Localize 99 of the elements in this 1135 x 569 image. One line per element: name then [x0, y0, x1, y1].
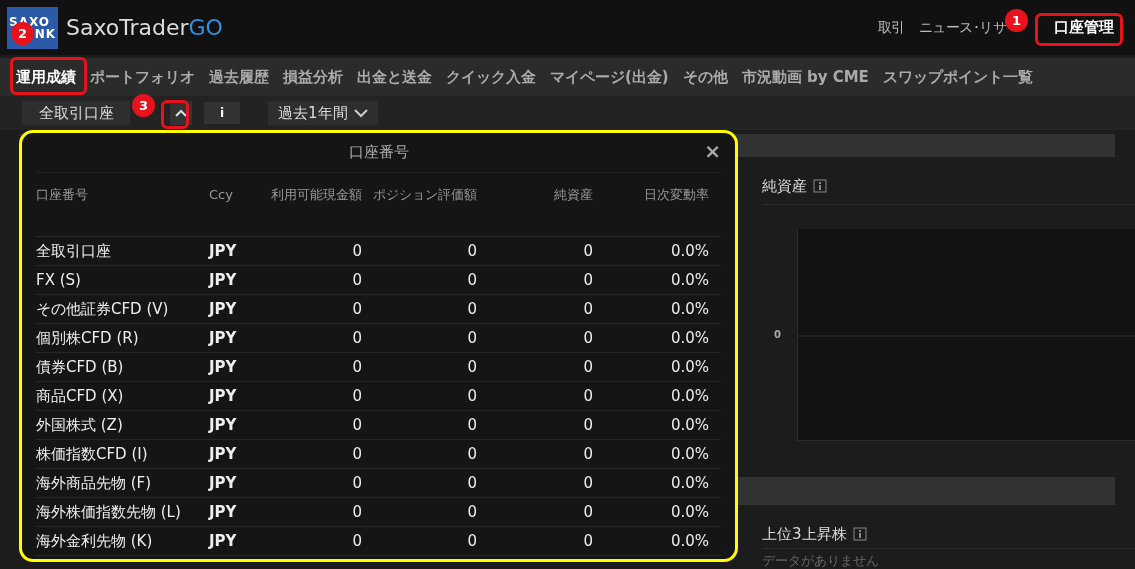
table-cell-text: 0: [466, 269, 477, 291]
table-cell-text: JPY: [209, 414, 238, 436]
table-cell-text: JPY: [209, 240, 238, 262]
table-cell-text: 0: [466, 298, 477, 320]
table-cell-text: 0.0%: [669, 240, 709, 262]
nav-link[interactable]: 口座管理: [1054, 16, 1114, 39]
table-cell-text: 0: [582, 298, 593, 320]
tab[interactable]: マイページ(出金): [550, 65, 669, 89]
column-header: 利用可能現金額: [270, 186, 362, 204]
table-cell-text: 0: [351, 472, 362, 494]
table-cell-text: 0: [466, 240, 477, 262]
table-cell-text: 商品CFD (X): [36, 385, 125, 407]
table-cell-text: 0: [466, 356, 477, 378]
table-cell-text: 0.0%: [669, 327, 709, 349]
table-cell-text: 0.0%: [669, 501, 709, 523]
nav-link[interactable]: 取引: [877, 17, 905, 38]
table-cell-text: 0.0%: [669, 472, 709, 494]
table-cell-text: 0: [582, 443, 593, 465]
table-cell-text: 0: [466, 385, 477, 407]
table-cell-text: 0: [351, 269, 362, 291]
table-cell-text: その他証券CFD (V): [36, 298, 170, 320]
panel-title: 純資産: [762, 176, 807, 197]
highlight-frame: [161, 100, 189, 129]
column-header: 純資産: [553, 186, 593, 204]
tab[interactable]: 損益分析: [283, 65, 343, 89]
table-cell-text: 0: [582, 385, 593, 407]
table-cell-text: 0: [582, 269, 593, 291]
tab[interactable]: クイック入金: [446, 65, 536, 89]
table-cell-text: 0.0%: [669, 356, 709, 378]
table-cell-text: 0.0%: [669, 443, 709, 465]
table-cell-text: 外国株式 (Z): [36, 414, 124, 436]
table-cell-text: JPY: [209, 530, 238, 552]
info-icon[interactable]: [813, 179, 827, 194]
table-cell-text: 0: [351, 501, 362, 523]
table-cell-text: 海外金利先物 (K): [36, 530, 154, 552]
table-cell-text: 0: [351, 414, 362, 436]
table-cell-text: JPY: [209, 298, 238, 320]
table-cell-text: 0: [466, 327, 477, 349]
period-dropdown[interactable]: 過去1年間: [268, 101, 378, 125]
app-name: SaxoTraderGO: [66, 14, 223, 42]
table-cell-text: 0.0%: [669, 414, 709, 436]
account-dropdown[interactable]: 全取引口座: [22, 101, 130, 125]
panel-title: 上位3上昇株: [762, 524, 847, 545]
table-cell-text: 個別株CFD (R): [36, 327, 140, 349]
table-cell-text: 債券CFD (B): [36, 356, 125, 378]
table-cell-text: 0: [466, 414, 477, 436]
table-cell-text: 0: [351, 356, 362, 378]
table-cell-text: 0: [351, 443, 362, 465]
info-button[interactable]: i: [204, 102, 240, 124]
chevron-up-icon: [175, 109, 187, 117]
table-cell-text: JPY: [209, 501, 238, 523]
table-cell-text: 0: [582, 414, 593, 436]
table-cell-text: 0: [582, 472, 593, 494]
table-cell-text: FX (S): [36, 269, 82, 291]
table-cell-text: 0: [351, 530, 362, 552]
table-cell-text: 0: [466, 530, 477, 552]
tab[interactable]: 運用成績: [16, 65, 76, 89]
tab[interactable]: スワップポイント一覧: [882, 65, 1033, 89]
table-cell-text: 0: [466, 501, 477, 523]
table-cell-text: 0: [351, 385, 362, 407]
table-cell-text: 0: [351, 327, 362, 349]
table-cell-text: 海外株価指数先物 (L): [36, 501, 182, 523]
table-cell-text: 株価指数CFD (I): [36, 443, 149, 465]
table-cell-text: JPY: [209, 269, 238, 291]
table-cell-text: 海外商品先物 (F): [36, 472, 153, 494]
table-cell-text: JPY: [209, 385, 238, 407]
table-cell-text: 0.0%: [669, 269, 709, 291]
tab[interactable]: その他: [682, 65, 728, 89]
axis-label: 0: [773, 328, 782, 342]
table-cell-text: 0.0%: [669, 530, 709, 552]
tab[interactable]: 市況動画 by CME: [741, 65, 869, 89]
table-cell-text: 0.0%: [669, 298, 709, 320]
table-cell-text: 0: [582, 501, 593, 523]
table-cell-text: JPY: [209, 356, 238, 378]
column-header: ポジション評価額: [372, 186, 477, 204]
table-cell-text: 0: [466, 472, 477, 494]
info-icon[interactable]: [852, 527, 867, 542]
table-cell-text: 0: [466, 443, 477, 465]
tab[interactable]: ポートフォリオ: [90, 65, 195, 89]
table-cell-text: 0: [351, 298, 362, 320]
table-cell-text: 0.0%: [669, 385, 709, 407]
table-cell-text: 0: [351, 240, 362, 262]
table-cell-text: JPY: [209, 327, 238, 349]
column-header: 口座番号: [36, 186, 89, 204]
chevron-down-icon: [353, 108, 368, 118]
tab[interactable]: 出金と送金: [357, 65, 432, 89]
column-header: Ccy: [209, 186, 234, 204]
table-cell-text: 全取引口座: [36, 240, 112, 262]
table-cell-text: JPY: [209, 443, 238, 465]
nav-link[interactable]: ニュース･リサ: [918, 17, 1006, 38]
popup-title: 口座番号: [348, 142, 409, 164]
table-cell-text: 0: [582, 240, 593, 262]
table-cell-text: 0: [582, 530, 593, 552]
column-header: 日次変動率: [643, 186, 709, 204]
tab[interactable]: 過去履歴: [209, 65, 269, 89]
close-button[interactable]: ×: [704, 141, 721, 161]
table-cell-text: 0: [582, 356, 593, 378]
table-cell-text: JPY: [209, 472, 238, 494]
table-cell-text: 0: [582, 327, 593, 349]
